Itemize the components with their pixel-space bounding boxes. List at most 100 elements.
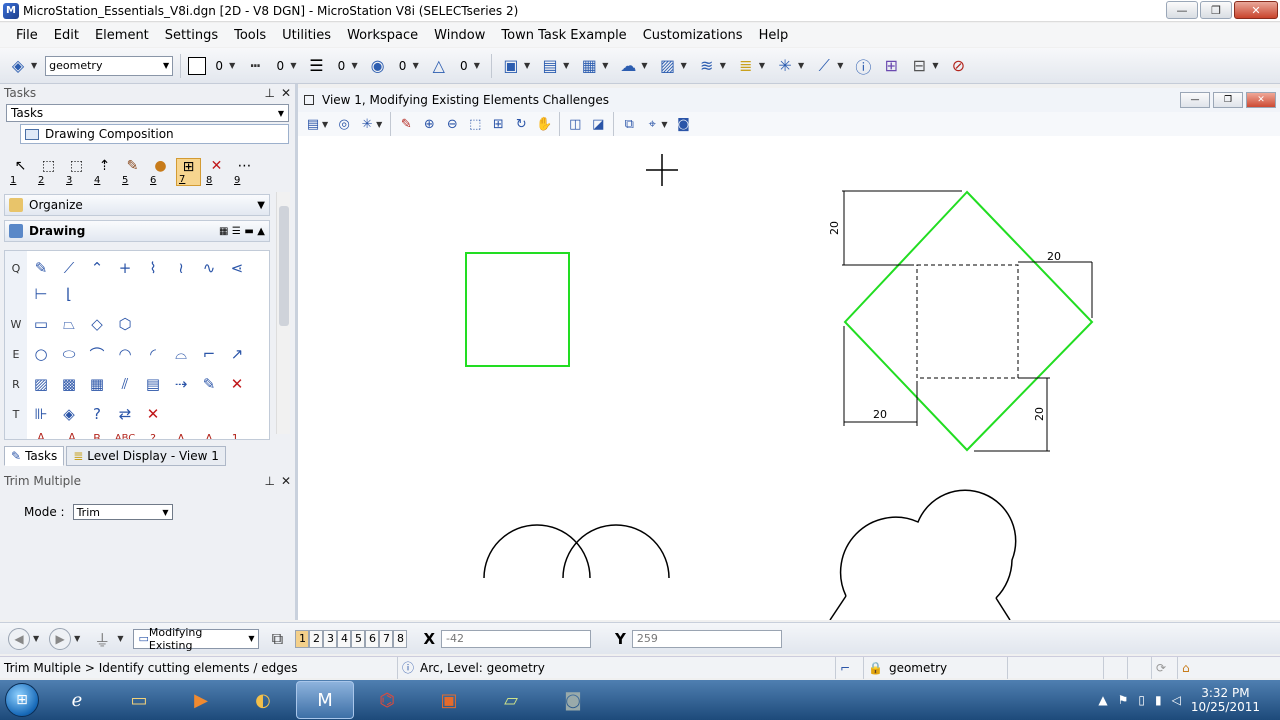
match-pattern-icon[interactable]: ⇢: [167, 372, 195, 396]
acrobat-icon[interactable]: ⌬: [358, 681, 416, 719]
place-shape-icon[interactable]: ⏢: [55, 312, 83, 336]
microstation-taskbar-icon[interactable]: M: [296, 681, 354, 719]
level-manager-layers-icon[interactable]: ≣: [734, 54, 758, 78]
view-8-button[interactable]: 8: [393, 629, 408, 648]
view-6-button[interactable]: 6: [365, 629, 380, 648]
chevron-down-icon[interactable]: ▼: [376, 120, 382, 129]
chevron-down-icon[interactable]: ▼: [641, 61, 647, 70]
modify-icon[interactable]: ⊞ 7: [176, 158, 201, 186]
view-settings-icon[interactable]: ✳: [356, 114, 378, 134]
fit-view-icon[interactable]: ⊞: [487, 114, 509, 134]
priority-triangle-icon[interactable]: △: [427, 54, 451, 78]
start-button[interactable]: ⊞: [0, 680, 44, 720]
place-smartline-icon[interactable]: ✎: [27, 256, 55, 280]
change-text-icon[interactable]: B: [83, 426, 111, 440]
display-style-icon[interactable]: ◎: [333, 114, 355, 134]
tasks-scrollbar[interactable]: [276, 192, 290, 434]
place-half-ellipse-icon[interactable]: ◠: [111, 342, 139, 366]
line-style-icon[interactable]: ┅: [243, 54, 267, 78]
crosshatch-area-icon[interactable]: ▩: [55, 372, 83, 396]
element-selection-icon[interactable]: ↖ 1: [8, 158, 33, 186]
window-area-icon[interactable]: ⬚: [464, 114, 486, 134]
update-view-icon[interactable]: ✎: [395, 114, 417, 134]
pan-view-icon[interactable]: ✋: [533, 114, 555, 134]
x-coordinate-field[interactable]: -42: [441, 629, 592, 648]
models-icon[interactable]: ▦: [577, 54, 601, 78]
hatch-area-icon[interactable]: ▨: [27, 372, 55, 396]
copy-view-icon[interactable]: ⧉: [618, 114, 640, 134]
level-manager-icon[interactable]: ◈: [6, 54, 30, 78]
place-stream-icon[interactable]: ≀: [167, 256, 195, 280]
modify-arc-axis-icon[interactable]: ↗: [223, 342, 251, 366]
place-curve-icon[interactable]: ∿: [195, 256, 223, 280]
manipulate-icon[interactable]: ⇡ 4: [92, 158, 117, 186]
chevron-down-icon[interactable]: ▼: [322, 120, 328, 129]
internet-explorer-icon[interactable]: ℯ: [48, 681, 106, 719]
fence-icon[interactable]: ⬚ 2: [36, 158, 61, 186]
back-arrow-icon[interactable]: ◀: [8, 627, 30, 650]
new-window-icon[interactable]: ▣: [499, 54, 523, 78]
menu-window[interactable]: Window: [426, 28, 493, 43]
tab-level-display[interactable]: ≣ Level Display - View 1: [66, 446, 226, 466]
change-attributes-icon[interactable]: ✎ 5: [120, 158, 145, 186]
chevron-down-icon[interactable]: ▼: [932, 61, 938, 70]
maximize-button[interactable]: ❐: [1200, 1, 1232, 19]
chevron-down-icon[interactable]: ▼: [33, 634, 39, 643]
drawing-composition-item[interactable]: Drawing Composition: [20, 124, 289, 144]
zoom-out-icon[interactable]: ⊖: [441, 114, 463, 134]
construct-bisector-icon[interactable]: ⊢: [27, 282, 55, 306]
file-explorer-icon[interactable]: ▭: [110, 681, 168, 719]
delete-icon[interactable]: ✕ 8: [204, 158, 229, 186]
clip-volume-icon[interactable]: ⌖: [641, 114, 663, 134]
close-icon[interactable]: ✕: [281, 474, 291, 488]
chevron-down-icon[interactable]: ▼: [229, 61, 235, 70]
text-query-icon[interactable]: ?: [139, 426, 167, 440]
place-block-icon[interactable]: ▭: [27, 312, 55, 336]
color-swatch-icon[interactable]: [188, 56, 207, 75]
menu-customizations[interactable]: Customizations: [635, 28, 751, 43]
menu-file[interactable]: File: [8, 28, 46, 43]
view-7-button[interactable]: 7: [379, 629, 394, 648]
chevron-down-icon[interactable]: ▼: [661, 120, 667, 129]
chevron-down-icon[interactable]: ▼: [31, 61, 37, 70]
view-3-button[interactable]: 3: [323, 629, 338, 648]
chevron-down-icon[interactable]: ▼: [74, 634, 80, 643]
view-group-combo[interactable]: ▭ Modifying Existing ▼: [133, 626, 260, 652]
pin-icon[interactable]: ⊥: [264, 474, 274, 488]
chevron-down-icon[interactable]: ▼: [474, 61, 480, 70]
menu-utilities[interactable]: Utilities: [274, 28, 339, 43]
transparency-globe-icon[interactable]: ◉: [366, 54, 390, 78]
raster-icon[interactable]: ▨: [656, 54, 680, 78]
folder-icon[interactable]: ◐: [234, 681, 292, 719]
view-mode-icons[interactable]: ▦ ☰ ▬ ▲: [219, 226, 265, 237]
linear-pattern-icon[interactable]: ⫽: [111, 372, 139, 396]
delete-pattern-icon[interactable]: ✕: [223, 372, 251, 396]
place-multiline-icon[interactable]: ⌃: [83, 256, 111, 280]
battery-icon[interactable]: ▯: [1138, 693, 1145, 707]
view-1-button[interactable]: 1: [295, 629, 310, 648]
references-icon[interactable]: ☁: [616, 54, 640, 78]
chevron-down-icon[interactable]: ▼: [351, 61, 357, 70]
place-arc-icon[interactable]: ⌒: [83, 342, 111, 366]
tasks-combo[interactable]: Tasks ▼: [6, 104, 289, 122]
active-level-combo[interactable]: geometry ▼: [45, 55, 174, 76]
chevron-down-icon[interactable]: ▼: [798, 61, 804, 70]
chevron-down-icon[interactable]: ▼: [602, 61, 608, 70]
active-level-cell[interactable]: 🔒 geometry: [864, 656, 1008, 679]
tab-tasks[interactable]: ✎ Tasks: [4, 446, 65, 466]
media-player-icon[interactable]: ▶: [172, 681, 230, 719]
chevron-down-icon[interactable]: ▼: [837, 61, 843, 70]
menu-help[interactable]: Help: [751, 28, 797, 43]
view-restore-button[interactable]: ❐: [1213, 92, 1243, 108]
document-icon[interactable]: ▤: [538, 54, 562, 78]
text-node-icon[interactable]: 1.: [223, 426, 251, 440]
chevron-down-icon[interactable]: ▼: [524, 61, 530, 70]
menu-workspace[interactable]: Workspace: [339, 28, 426, 43]
view-4-button[interactable]: 4: [337, 629, 352, 648]
place-text-icon[interactable]: A: [27, 426, 55, 439]
menu-edit[interactable]: Edit: [46, 28, 87, 43]
chevron-down-icon[interactable]: ▼: [720, 61, 726, 70]
show-pattern-attributes-icon[interactable]: ▤: [139, 372, 167, 396]
level-display-icon[interactable]: ≋: [695, 54, 719, 78]
modify-pattern-icon[interactable]: ✎: [195, 372, 223, 396]
